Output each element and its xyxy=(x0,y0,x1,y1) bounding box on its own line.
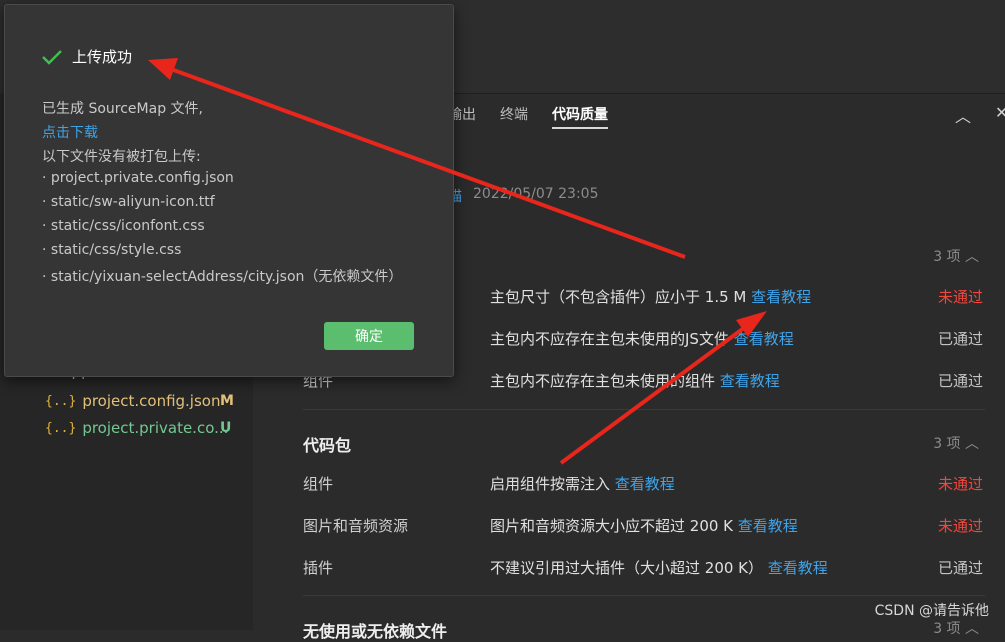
check-category: 插件 xyxy=(303,559,334,577)
download-link[interactable]: 点击下载 xyxy=(42,122,98,142)
check-description: 图片和音频资源大小应不超过 200 K 查看教程 xyxy=(490,517,798,535)
unpackaged-file-item: · project.private.config.json xyxy=(42,170,234,186)
confirm-button[interactable]: 确定 xyxy=(324,322,414,350)
modified-badge: M xyxy=(220,393,234,409)
scan-time: 2022/05/07 23:05 xyxy=(473,186,599,202)
section-title: 无使用或无依赖文件 xyxy=(303,622,448,641)
upload-success-dialog: 上传成功 已生成 SourceMap 文件, 点击下载 以下文件没有被打包上传:… xyxy=(4,4,454,377)
check-row: 插件 不建议引用过大插件（大小超过 200 K） 查看教程 已通过 xyxy=(303,557,983,581)
tutorial-link[interactable]: 查看教程 xyxy=(768,559,828,577)
tab-terminal[interactable]: 终端 xyxy=(500,104,528,129)
section-divider xyxy=(303,409,985,410)
check-row: 组件 启用组件按需注入 查看教程 未通过 xyxy=(303,473,983,497)
section-divider xyxy=(303,595,985,596)
section-title: 代码包 xyxy=(303,436,352,455)
tutorial-link[interactable]: 查看教程 xyxy=(720,372,780,390)
json-file-icon: {..} xyxy=(45,393,77,409)
collapse-panel-icon[interactable]: ︿ xyxy=(955,103,971,127)
check-icon xyxy=(42,49,62,65)
check-status: 未通过 xyxy=(937,517,983,535)
unpackaged-file-item: · static/css/style.css xyxy=(42,242,182,258)
check-status: 已通过 xyxy=(937,372,983,390)
close-panel-icon[interactable]: ✕ xyxy=(995,103,1005,122)
file-name: project.config.json xyxy=(82,392,221,410)
check-description: 启用组件按需注入 查看教程 xyxy=(490,475,675,493)
tutorial-link[interactable]: 查看教程 xyxy=(734,330,794,348)
check-status: 已通过 xyxy=(937,559,983,577)
panel-tabs: 输出 终端 代码质量 xyxy=(448,104,608,129)
unpackaged-file-item: · static/sw-aliyun-icon.ttf xyxy=(42,194,215,210)
watermark: CSDN @请告诉他 xyxy=(874,603,989,619)
dialog-header: 上传成功 xyxy=(41,46,132,67)
check-description: 主包内不应存在主包未使用的JS文件 查看教程 xyxy=(490,330,794,348)
unpackaged-file-item: · static/yixuan-selectAddress/city.json（… xyxy=(42,269,403,285)
unpackaged-files-heading: 以下文件没有被打包上传: xyxy=(42,149,201,165)
file-item-project-private[interactable]: {..} project.private.co... U xyxy=(45,419,232,437)
section-count[interactable]: 3 项 ︿ xyxy=(933,618,979,638)
dialog-title: 上传成功 xyxy=(72,48,133,66)
section-count[interactable]: 3 项 ︿ xyxy=(933,433,979,453)
tutorial-link[interactable]: 查看教程 xyxy=(615,475,675,493)
check-description: 不建议引用过大插件（大小超过 200 K） 查看教程 xyxy=(490,559,828,577)
json-file-icon: {..} xyxy=(45,420,77,436)
section-count[interactable]: 3 项 ︿ xyxy=(933,246,979,266)
file-name: project.private.co... xyxy=(82,419,229,437)
tab-code-quality[interactable]: 代码质量 xyxy=(552,104,608,129)
check-category: 图片和音频资源 xyxy=(303,517,409,535)
check-status: 已通过 xyxy=(937,330,983,348)
check-row: 图片和音频资源 图片和音频资源大小应不超过 200 K 查看教程 未通过 xyxy=(303,515,983,539)
check-description: 主包尺寸（不包含插件）应小于 1.5 M 查看教程 xyxy=(490,288,812,306)
untracked-badge: U xyxy=(220,420,232,436)
tutorial-link[interactable]: 查看教程 xyxy=(738,517,798,535)
file-item-project-config[interactable]: {..} project.config.json M xyxy=(45,392,234,410)
check-status: 未通过 xyxy=(937,288,983,306)
check-description: 主包内不应存在主包未使用的组件 查看教程 xyxy=(490,372,780,390)
unpackaged-file-item: · static/css/iconfont.css xyxy=(42,218,205,234)
sourcemap-text: 已生成 SourceMap 文件, xyxy=(42,101,203,117)
check-status: 未通过 xyxy=(937,475,983,493)
check-category: 组件 xyxy=(303,475,334,493)
tutorial-link[interactable]: 查看教程 xyxy=(751,288,811,306)
